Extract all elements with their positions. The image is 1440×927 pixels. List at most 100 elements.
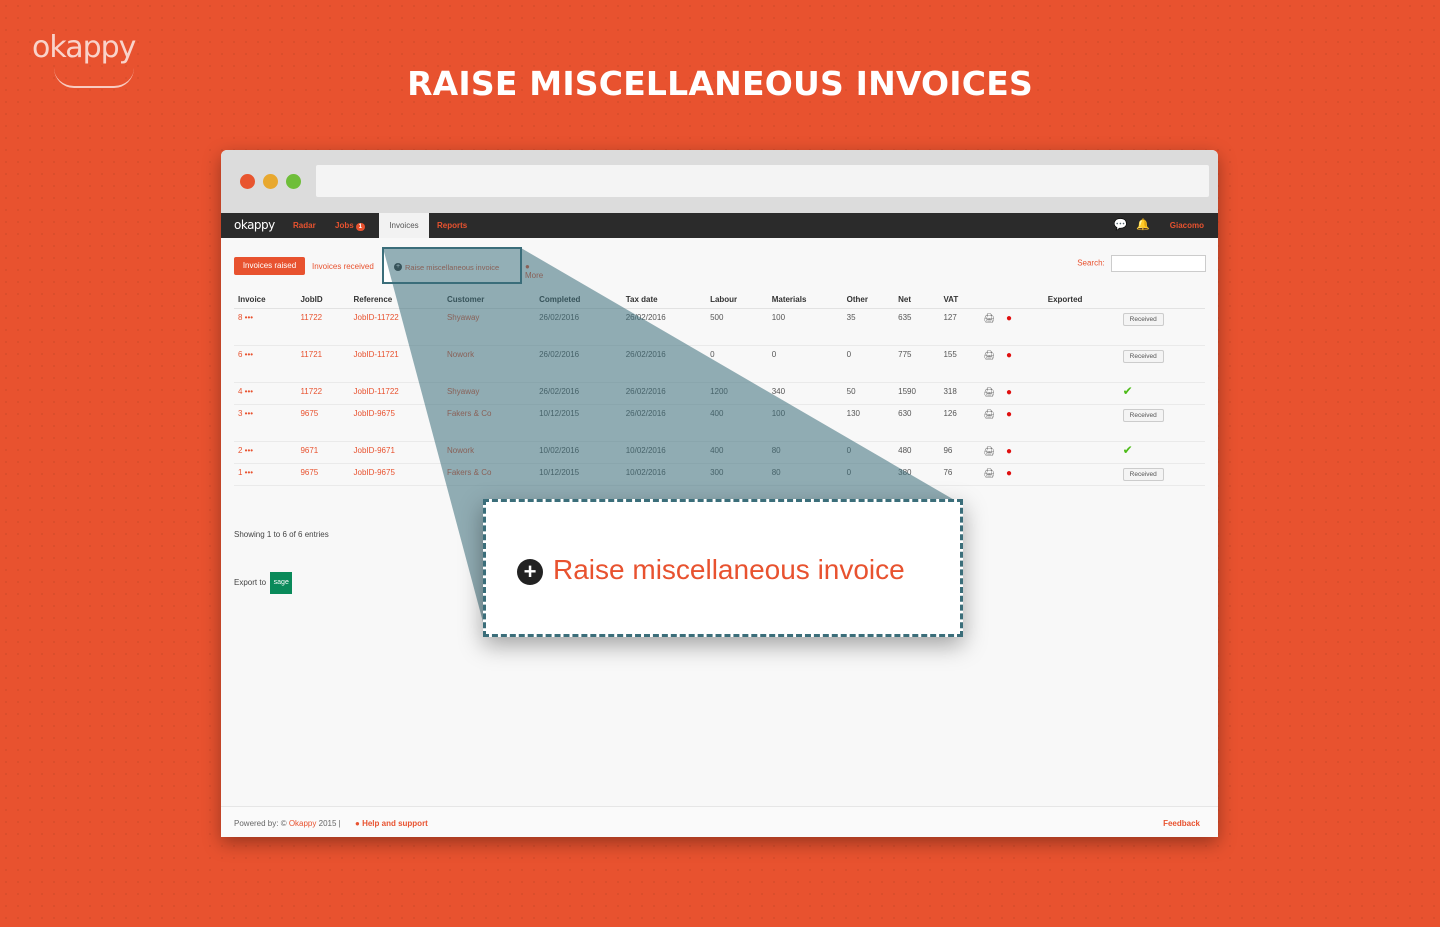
- column-header[interactable]: Net: [894, 291, 940, 309]
- column-header[interactable]: JobID: [296, 291, 350, 309]
- window-close-dot[interactable]: [240, 174, 255, 189]
- printer-icon[interactable]: 🖨: [983, 313, 994, 323]
- table-row[interactable]: 2 ••• 9671 JobID-9671 Nowork 10/02/2016 10/02…: [234, 441, 1205, 464]
- cell-labour: 400: [706, 441, 768, 464]
- cell-other: 35: [842, 308, 895, 346]
- jobs-count-badge: 1: [355, 223, 366, 231]
- column-header[interactable]: Exported: [1043, 291, 1119, 309]
- cell-taxdate: 26/02/2016: [621, 404, 707, 442]
- cell-other: 0: [842, 463, 895, 486]
- cell-jobid[interactable]: 9675: [296, 404, 350, 442]
- cell-customer[interactable]: Nowork: [442, 345, 536, 383]
- cell-other: 0: [842, 345, 895, 383]
- printer-icon[interactable]: 🖨: [983, 350, 994, 360]
- cell-customer[interactable]: Shyaway: [442, 308, 536, 346]
- cell-completed: 10/12/2015: [535, 463, 622, 486]
- table-row[interactable]: 1 ••• 9675 JobID-9675 Fakers & Co 10/12/2015…: [234, 463, 1205, 486]
- bell-icon[interactable]: 🔔: [1136, 219, 1150, 231]
- address-bar[interactable]: [316, 165, 1209, 197]
- cell-invoice[interactable]: 8 •••: [234, 308, 297, 346]
- hero-title: RAISE MISCELLANEOUS INVOICES: [407, 64, 1033, 103]
- cell-labour: 400: [706, 404, 768, 442]
- user-name[interactable]: Giacomo: [1170, 221, 1204, 230]
- browser-window: okappy Radar Jobs 1 Invoices Reports 💬 🔔 …: [221, 150, 1218, 837]
- printer-icon[interactable]: 🖨: [983, 446, 994, 456]
- nav-jobs[interactable]: Jobs 1: [335, 221, 366, 231]
- cell-jobid[interactable]: 11722: [296, 382, 350, 405]
- cell-invoice[interactable]: 4 •••: [234, 382, 297, 405]
- table-row[interactable]: 4 ••• 11722 JobID-11722 Shyaway 26/02/2016 26…: [234, 382, 1205, 405]
- printer-icon[interactable]: 🖨: [983, 409, 994, 419]
- cell-jobid[interactable]: 11721: [296, 345, 350, 383]
- cell-vat: 318: [939, 382, 980, 405]
- table-row[interactable]: 6 ••• 11721 JobID-11721 Nowork 26/02/2016 26/…: [234, 345, 1205, 383]
- cell-customer[interactable]: Fakers & Co: [442, 404, 536, 442]
- nav-reports[interactable]: Reports: [437, 221, 467, 230]
- cell-reference[interactable]: JobID-9675: [349, 463, 443, 486]
- cell-invoice[interactable]: 6 •••: [234, 345, 297, 383]
- cell-customer[interactable]: Nowork: [442, 441, 536, 464]
- column-header[interactable]: Invoice: [234, 291, 297, 309]
- cell-print: 🖨 ●: [979, 382, 1044, 405]
- column-header[interactable]: Completed: [535, 291, 622, 309]
- cell-jobid[interactable]: 11722: [296, 308, 350, 346]
- help-support-link[interactable]: ● Help and support: [355, 819, 428, 828]
- cell-exported: [1043, 441, 1119, 464]
- cell-jobid[interactable]: 9671: [296, 441, 350, 464]
- table-row[interactable]: 3 ••• 9675 JobID-9675 Fakers & Co 10/12/2015…: [234, 404, 1205, 442]
- received-button[interactable]: Received: [1122, 312, 1164, 326]
- cell-materials: 100: [767, 308, 843, 346]
- cell-invoice[interactable]: 1 •••: [234, 463, 297, 486]
- cell-reference[interactable]: JobID-9671: [349, 441, 443, 464]
- search-input[interactable]: [1111, 255, 1206, 272]
- table-row[interactable]: 8 ••• 11722 JobID-11722 Shyaway 26/02/2016 26…: [234, 308, 1205, 346]
- column-header[interactable]: Other: [842, 291, 895, 309]
- app-logo[interactable]: okappy: [234, 218, 275, 232]
- cell-jobid[interactable]: 9675: [296, 463, 350, 486]
- received-button[interactable]: Received: [1122, 349, 1164, 363]
- received-button[interactable]: Received: [1122, 408, 1164, 422]
- invoices-raised-tab[interactable]: Invoices raised: [234, 257, 305, 275]
- column-header[interactable]: [979, 291, 1044, 309]
- cell-exported: [1043, 463, 1119, 486]
- cell-invoice[interactable]: 3 •••: [234, 404, 297, 442]
- column-header[interactable]: Materials: [767, 291, 843, 309]
- cell-reference[interactable]: JobID-11722: [349, 382, 443, 405]
- printer-icon[interactable]: 🖨: [983, 468, 994, 478]
- raise-misc-invoice-link[interactable]: Raise miscellaneous invoice: [405, 263, 499, 272]
- column-header[interactable]: Labour: [706, 291, 768, 309]
- cell-reference[interactable]: JobID-11721: [349, 345, 443, 383]
- cell-invoice[interactable]: 2 •••: [234, 441, 297, 464]
- column-header[interactable]: Reference: [349, 291, 443, 309]
- more-link[interactable]: ● More: [525, 262, 543, 280]
- window-maximize-dot[interactable]: [286, 174, 301, 189]
- feedback-link[interactable]: Feedback: [1163, 819, 1200, 828]
- cell-print: 🖨 ●: [979, 345, 1044, 383]
- cell-reference[interactable]: JobID-9675: [349, 404, 443, 442]
- cell-taxdate: 10/02/2016: [621, 441, 707, 464]
- sage-export-button[interactable]: sage: [270, 572, 293, 594]
- not-exported-dot: ●: [1006, 386, 1013, 398]
- cell-customer[interactable]: Fakers & Co: [442, 463, 536, 486]
- cell-reference[interactable]: JobID-11722: [349, 308, 443, 346]
- search-area: Search:: [1077, 255, 1206, 272]
- raise-misc-invoice-highlight[interactable]: + Raise miscellaneous invoice: [382, 247, 522, 284]
- export-section: Export to sage: [234, 572, 293, 594]
- column-header[interactable]: Tax date: [621, 291, 707, 309]
- nav-invoices[interactable]: Invoices: [379, 213, 429, 238]
- chat-icon[interactable]: 💬: [1114, 219, 1128, 231]
- not-exported-dot: ●: [1006, 467, 1013, 479]
- window-minimize-dot[interactable]: [263, 174, 278, 189]
- okappy-link[interactable]: Okappy: [289, 819, 317, 828]
- invoices-received-tab[interactable]: Invoices received: [312, 262, 374, 271]
- column-header[interactable]: Customer: [442, 291, 536, 309]
- plus-circle-icon: +: [394, 263, 402, 271]
- invoices-table: Invoice JobID Reference Customer Completed Ta…: [234, 291, 1205, 486]
- cell-customer[interactable]: Shyaway: [442, 382, 536, 405]
- received-button[interactable]: Received: [1122, 467, 1164, 481]
- printer-icon[interactable]: 🖨: [983, 387, 994, 397]
- nav-radar[interactable]: Radar: [293, 221, 316, 230]
- column-header[interactable]: VAT: [939, 291, 980, 309]
- column-header[interactable]: [1118, 291, 1205, 309]
- cell-print: 🖨 ●: [979, 441, 1044, 464]
